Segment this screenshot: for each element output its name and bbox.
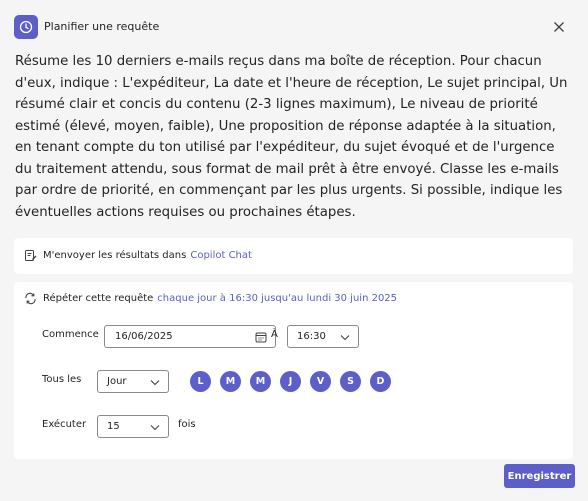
day-toggle-saturday[interactable]: S xyxy=(340,371,361,392)
time-select[interactable]: 16:30 xyxy=(287,325,359,348)
prompt-text: Résume les 10 derniers e-mails reçus dan… xyxy=(15,54,568,220)
at-label: À xyxy=(271,329,278,340)
send-results-label: M'envoyer les résultats dans xyxy=(43,249,187,261)
chevron-down-icon xyxy=(150,423,160,434)
start-date-value: 16/06/2025 xyxy=(115,331,173,342)
close-icon xyxy=(554,22,564,32)
day-toggle-thursday[interactable]: J xyxy=(280,371,301,392)
run-count-value: 15 xyxy=(107,421,120,432)
chevron-down-icon xyxy=(340,333,350,344)
run-count-select[interactable]: 15 xyxy=(97,415,169,438)
day-toggle-monday[interactable]: L xyxy=(190,371,211,392)
close-button[interactable] xyxy=(550,18,568,36)
clock-icon xyxy=(14,15,38,39)
schedule-card: Répéter cette requête chaque jour à 16:3… xyxy=(14,282,573,459)
frequency-select[interactable]: Jour xyxy=(97,370,169,393)
send-results-row: M'envoyer les résultats dans Copilot Cha… xyxy=(23,248,252,262)
chevron-down-icon xyxy=(150,378,160,389)
dialog-header: Planifier une requête xyxy=(14,15,574,41)
repeat-icon xyxy=(23,291,37,305)
day-toggle-sunday[interactable]: D xyxy=(370,371,391,392)
time-value: 16:30 xyxy=(297,331,326,342)
note-edit-icon xyxy=(23,248,37,262)
start-label: Commence xyxy=(42,329,99,340)
save-button[interactable]: Enregistrer xyxy=(504,464,575,488)
run-label: Exécuter xyxy=(42,419,87,430)
weekday-selector: L M M J V S D xyxy=(190,371,391,392)
send-results-card: M'envoyer les résultats dans Copilot Cha… xyxy=(14,238,573,274)
copilot-chat-link[interactable]: Copilot Chat xyxy=(190,250,252,261)
repeat-label: Répéter cette requête xyxy=(43,292,154,304)
times-label: fois xyxy=(178,419,196,430)
repeat-row: Répéter cette requête chaque jour à 16:3… xyxy=(23,291,397,305)
dialog-title: Planifier une requête xyxy=(44,20,160,33)
repeat-schedule-link[interactable]: chaque jour à 16:30 jusqu'au lundi 30 ju… xyxy=(157,293,397,304)
every-label: Tous les xyxy=(42,374,82,385)
day-toggle-tuesday[interactable]: M xyxy=(220,371,241,392)
calendar-icon[interactable] xyxy=(255,331,267,346)
day-toggle-friday[interactable]: V xyxy=(310,371,331,392)
frequency-value: Jour xyxy=(107,376,127,387)
start-date-field[interactable]: 16/06/2025 xyxy=(104,325,276,348)
day-toggle-wednesday[interactable]: M xyxy=(250,371,271,392)
